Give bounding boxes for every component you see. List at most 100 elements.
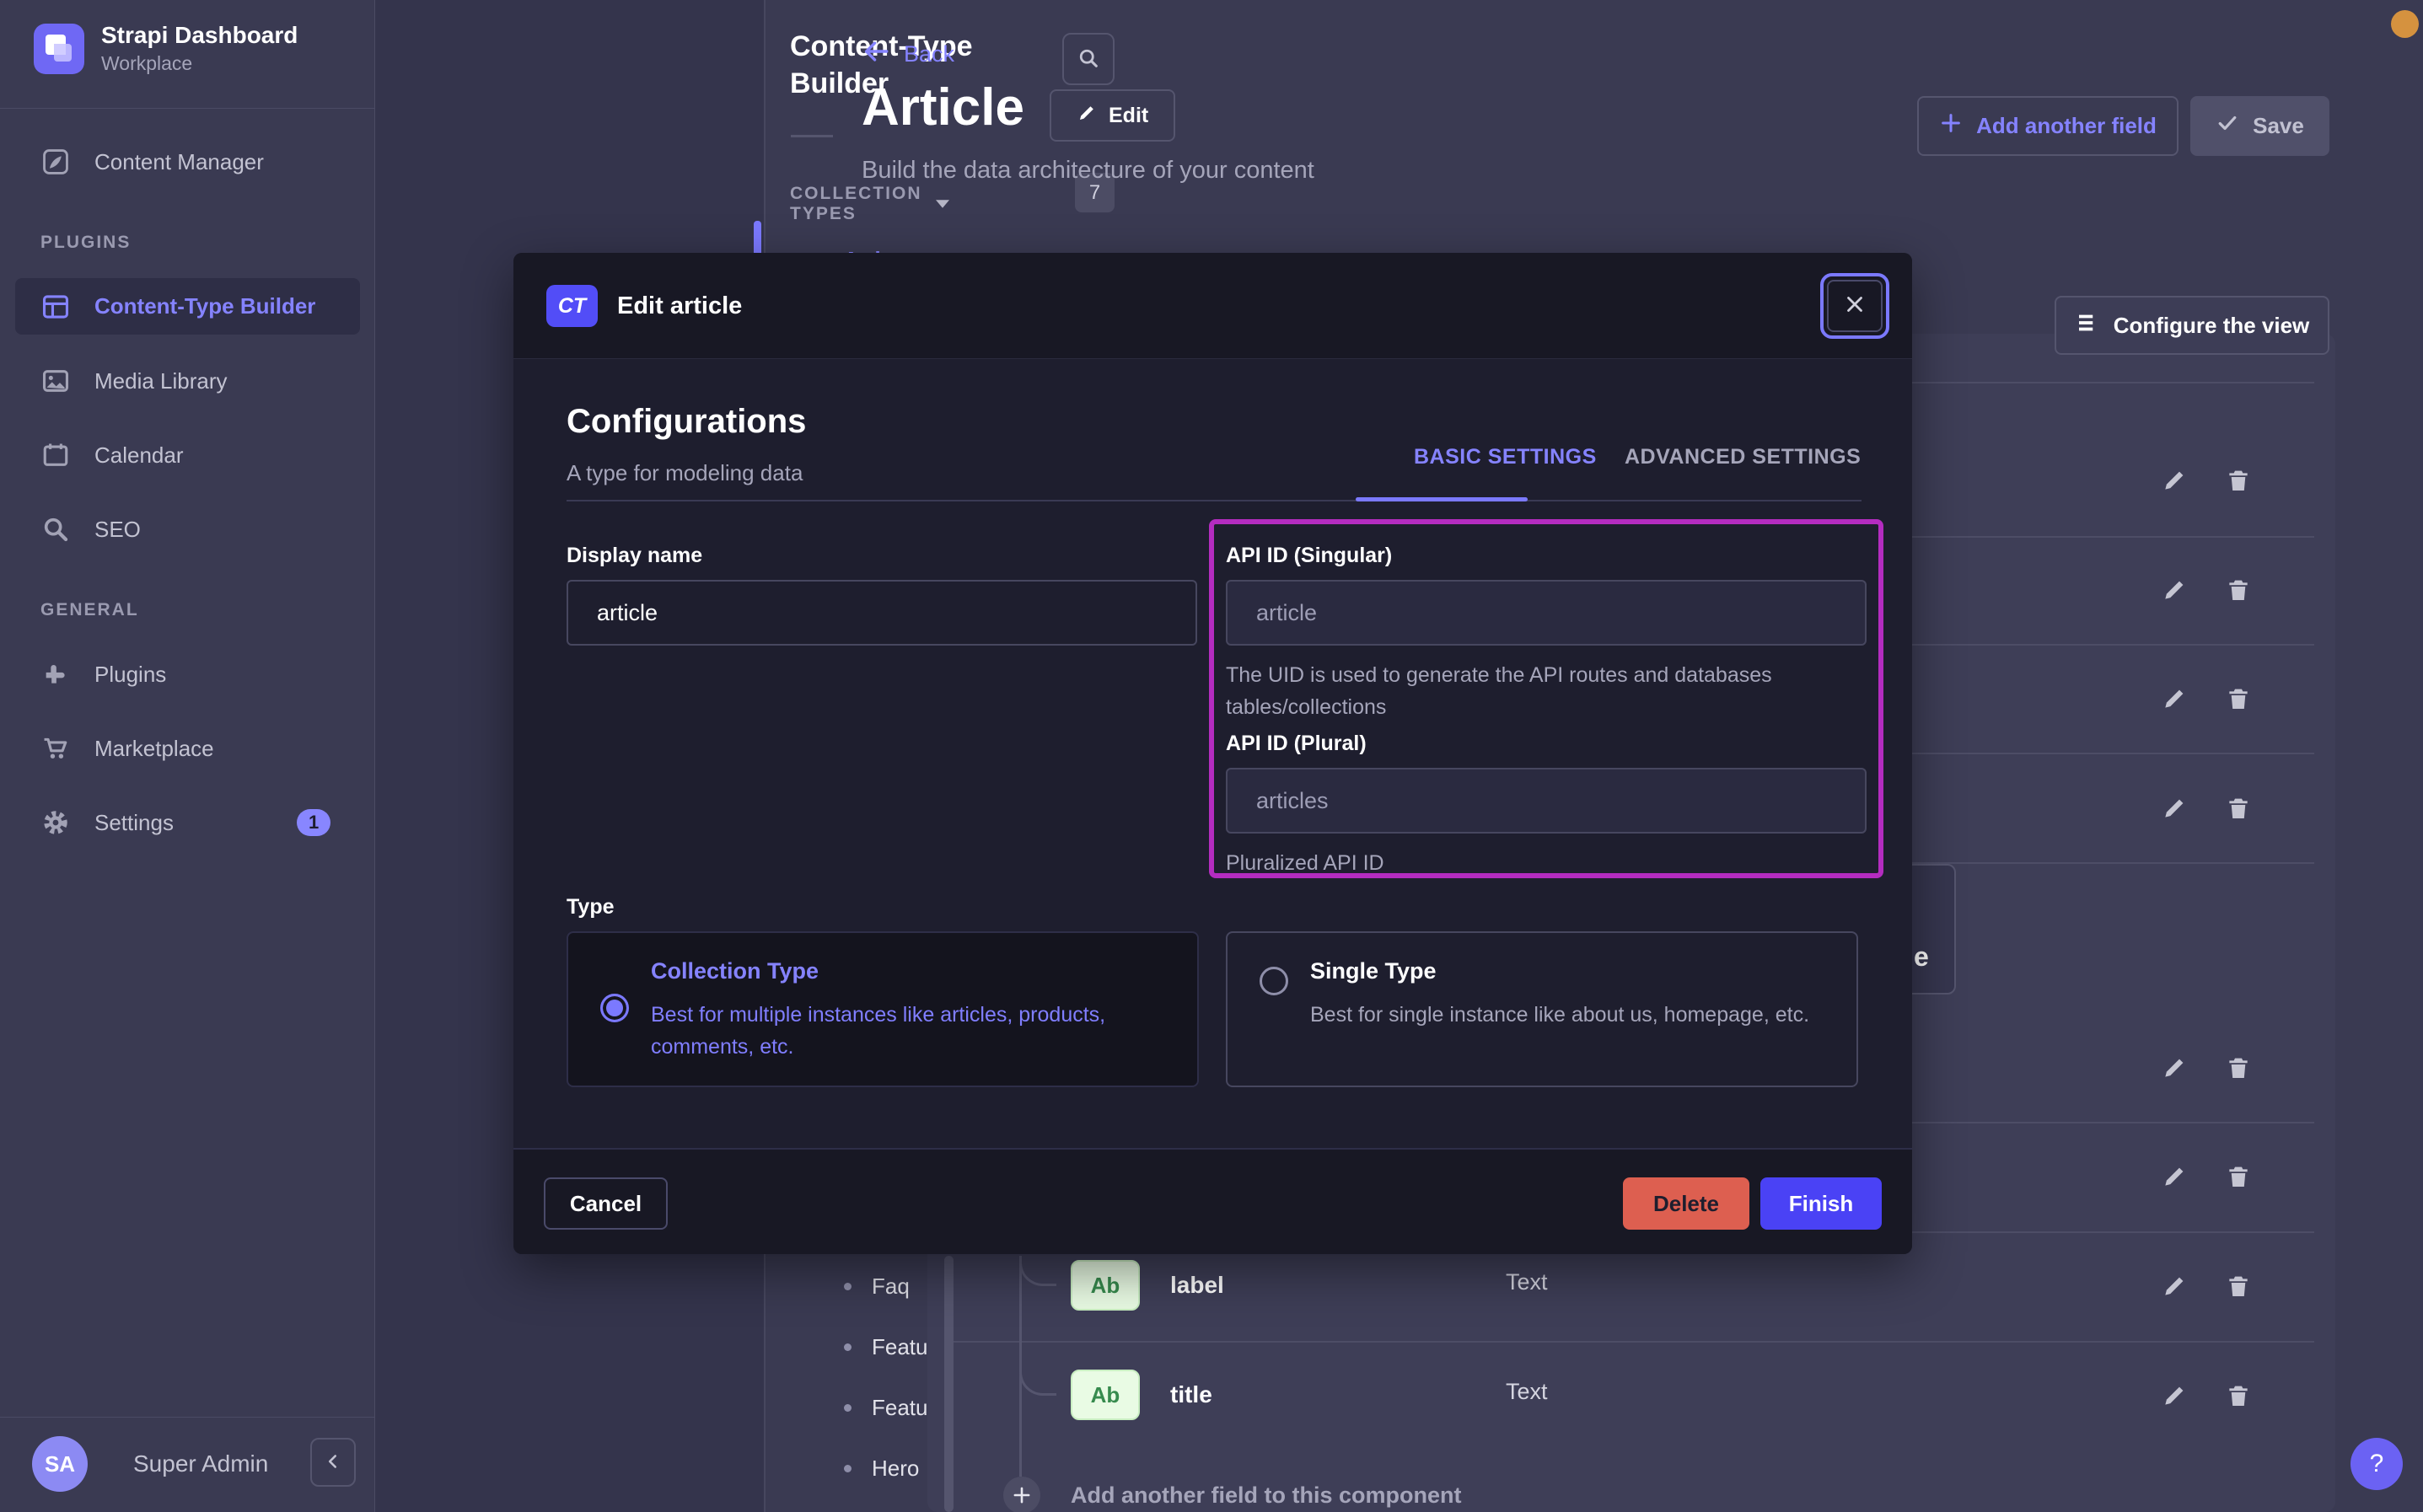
sidebar-item-calendar[interactable]: Calendar [0,428,375,482]
calendar-icon [40,440,71,470]
pencil-icon[interactable] [2160,794,2189,823]
table-row[interactable]: Ab label [1071,1260,1224,1311]
api-id-plural-help: Pluralized API ID [1226,847,1384,879]
help-button[interactable]: ? [2350,1438,2403,1490]
active-tab-underline [1356,497,1528,501]
divider [953,1341,2314,1343]
trash-icon[interactable] [2224,684,2253,713]
trash-icon[interactable] [2224,466,2253,495]
row-actions [2160,1162,2253,1191]
configurations-subtitle: A type for modeling data [567,460,803,486]
add-another-field-button[interactable]: Add another field [1917,96,2179,156]
magnifier-icon [40,514,71,544]
pencil-icon[interactable] [2160,1054,2189,1082]
trash-icon[interactable] [2224,1381,2253,1410]
api-id-singular-help: The UID is used to generate the API rout… [1226,659,1816,723]
sidebar-item-settings[interactable]: Settings 1 [0,796,375,850]
add-field-to-component-link[interactable]: Add another field to this component [1003,1477,1461,1512]
bullet-icon [844,1465,852,1472]
avatar[interactable]: SA [32,1436,88,1492]
sidebar-section-plugins: PLUGINS [40,233,131,253]
field-name: label [1170,1272,1224,1299]
search-button[interactable] [1062,33,1115,85]
pencil-icon[interactable] [2160,466,2189,495]
pencil-icon[interactable] [2160,1272,2189,1300]
sidebar: Strapi Dashboard Workplace Content Manag… [0,0,375,1512]
tab-advanced-settings[interactable]: ADVANCED SETTINGS [1625,445,1861,469]
option-title: Collection Type [651,958,819,984]
single-type-option[interactable]: Single Type Best for single instance lik… [1226,931,1858,1087]
sidebar-item-label: Marketplace [94,736,214,762]
sidebar-item-label: Content Manager [94,149,264,175]
chevron-down-icon [936,200,949,208]
row-actions [2160,794,2253,823]
radio-selected-icon [600,994,629,1022]
tree-indent-bar [944,1256,954,1512]
settings-badge: 1 [297,809,330,836]
save-button[interactable]: Save [2190,96,2329,156]
collection-type-option[interactable]: Collection Type Best for multiple instan… [567,931,1199,1087]
configure-view-button[interactable]: Configure the view [2055,296,2329,355]
modal-footer: Cancel Delete Finish [513,1148,1912,1254]
row-actions [2160,466,2253,495]
tab-basic-settings[interactable]: BASIC SETTINGS [1414,445,1597,469]
api-id-singular-input[interactable] [1226,580,1867,646]
component-item[interactable]: Hero [844,1453,919,1483]
sidebar-item-marketplace[interactable]: Marketplace [0,721,375,775]
pencil-icon[interactable] [2160,684,2189,713]
row-actions [2160,1272,2253,1300]
trash-icon[interactable] [2224,1162,2253,1191]
row-actions [2160,1381,2253,1410]
row-actions [2160,684,2253,713]
text-field-type-badge: Ab [1071,1260,1140,1311]
sidebar-item-content-manager[interactable]: Content Manager [0,135,375,189]
workspace-subtitle: Workplace [101,52,192,75]
display-name-label: Display name [567,544,702,568]
layout-grid-icon [40,292,71,322]
option-description: Best for multiple instances like article… [651,999,1157,1063]
collection-types-header[interactable]: COLLECTION TYPES [790,184,951,224]
sidebar-section-general: GENERAL [40,600,139,620]
bullet-icon [844,1343,852,1351]
option-title: Single Type [1310,958,1437,984]
row-actions [2160,1054,2253,1082]
sidebar-item-label: Settings [94,810,174,836]
trash-icon[interactable] [2224,1054,2253,1082]
collapse-sidebar-button[interactable] [310,1438,356,1487]
component-item[interactable]: Faq [844,1271,910,1301]
row-actions [2160,576,2253,604]
trash-icon[interactable] [2224,576,2253,604]
sidebar-item-content-type-builder[interactable]: Content-Type Builder [15,278,360,335]
display-name-input[interactable] [567,580,1197,646]
app-screen: Strapi Dashboard Workplace Content Manag… [0,0,2423,1512]
content-type-badge: CT [546,285,598,327]
sidebar-item-label: Content-Type Builder [94,293,315,319]
sidebar-item-media-library[interactable]: Media Library [0,354,375,408]
check-icon [2216,111,2239,141]
plus-circle-icon [1003,1477,1040,1512]
field-name: title [1170,1381,1212,1408]
plus-icon [1939,111,1963,141]
back-link[interactable]: Back [862,37,954,72]
pencil-icon[interactable] [2160,1381,2189,1410]
table-row[interactable]: Ab title [1071,1370,1212,1420]
trash-icon[interactable] [2224,794,2253,823]
trash-icon[interactable] [2224,1272,2253,1300]
field-type: Text [1506,1379,1548,1405]
finish-button[interactable]: Finish [1760,1177,1882,1230]
api-id-plural-label: API ID (Plural) [1226,732,1367,756]
user-name: Super Admin [133,1450,268,1477]
pencil-icon[interactable] [2160,576,2189,604]
strapi-logo-icon [34,24,84,74]
close-button[interactable] [1820,273,1889,339]
delete-button[interactable]: Delete [1623,1177,1749,1230]
cancel-button[interactable]: Cancel [544,1177,668,1230]
option-description: Best for single instance like about us, … [1310,999,1833,1031]
api-id-plural-input[interactable] [1226,768,1867,834]
pencil-icon[interactable] [2160,1162,2189,1191]
edit-button[interactable]: Edit [1050,89,1175,142]
recording-indicator-dot [2391,10,2419,38]
feather-pen-icon [40,147,71,177]
sidebar-item-plugins[interactable]: Plugins [0,647,375,701]
sidebar-item-seo[interactable]: SEO [0,502,375,556]
